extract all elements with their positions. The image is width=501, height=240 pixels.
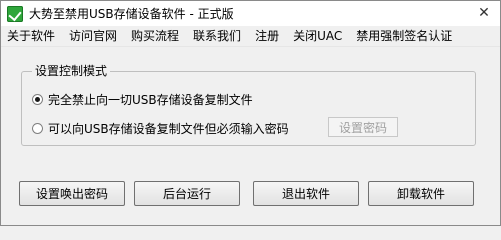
menu-disable-signature[interactable]: 禁用强制签名认证 <box>349 26 459 46</box>
window-title: 大势至禁用USB存储设备软件 - 正式版 <box>29 7 234 21</box>
menu-purchase[interactable]: 购买流程 <box>124 26 186 46</box>
app-icon <box>7 5 23 22</box>
title-bar: 大势至禁用USB存储设备软件 - 正式版 ✕ <box>1 1 500 26</box>
close-button[interactable]: ✕ <box>474 4 494 22</box>
option-block-all-label: 完全禁止向一切USB存储设备复制文件 <box>48 93 253 107</box>
app-window: 大势至禁用USB存储设备软件 - 正式版 ✕ 关于软件 访问官网 购买流程 联系… <box>0 0 501 226</box>
menu-about[interactable]: 关于软件 <box>1 26 62 46</box>
menu-bar: 关于软件 访问官网 购买流程 联系我们 注册 关闭UAC 禁用强制签名认证 <box>1 26 500 47</box>
control-mode-group: 设置控制模式 完全禁止向一切USB存储设备复制文件 可以向USB存储设备复制文件… <box>21 64 476 146</box>
menu-disable-uac[interactable]: 关闭UAC <box>286 26 349 46</box>
menu-register[interactable]: 注册 <box>248 26 286 46</box>
set-password-button: 设置密码 <box>328 117 398 137</box>
option-password-required[interactable]: 可以向USB存储设备复制文件但必须输入密码 <box>32 120 289 137</box>
control-mode-legend: 设置控制模式 <box>32 64 111 78</box>
option-block-all[interactable]: 完全禁止向一切USB存储设备复制文件 <box>32 91 253 108</box>
exit-button[interactable]: 退出软件 <box>253 181 359 206</box>
menu-contact[interactable]: 联系我们 <box>186 26 248 46</box>
menu-visit-website[interactable]: 访问官网 <box>62 26 124 46</box>
radio-block-all[interactable] <box>32 94 43 105</box>
uninstall-button[interactable]: 卸载软件 <box>368 181 474 206</box>
option-password-required-label: 可以向USB存储设备复制文件但必须输入密码 <box>48 122 289 136</box>
set-wakeup-password-button[interactable]: 设置唤出密码 <box>19 181 125 206</box>
radio-password-required[interactable] <box>32 123 43 134</box>
background-run-button[interactable]: 后台运行 <box>134 181 240 206</box>
